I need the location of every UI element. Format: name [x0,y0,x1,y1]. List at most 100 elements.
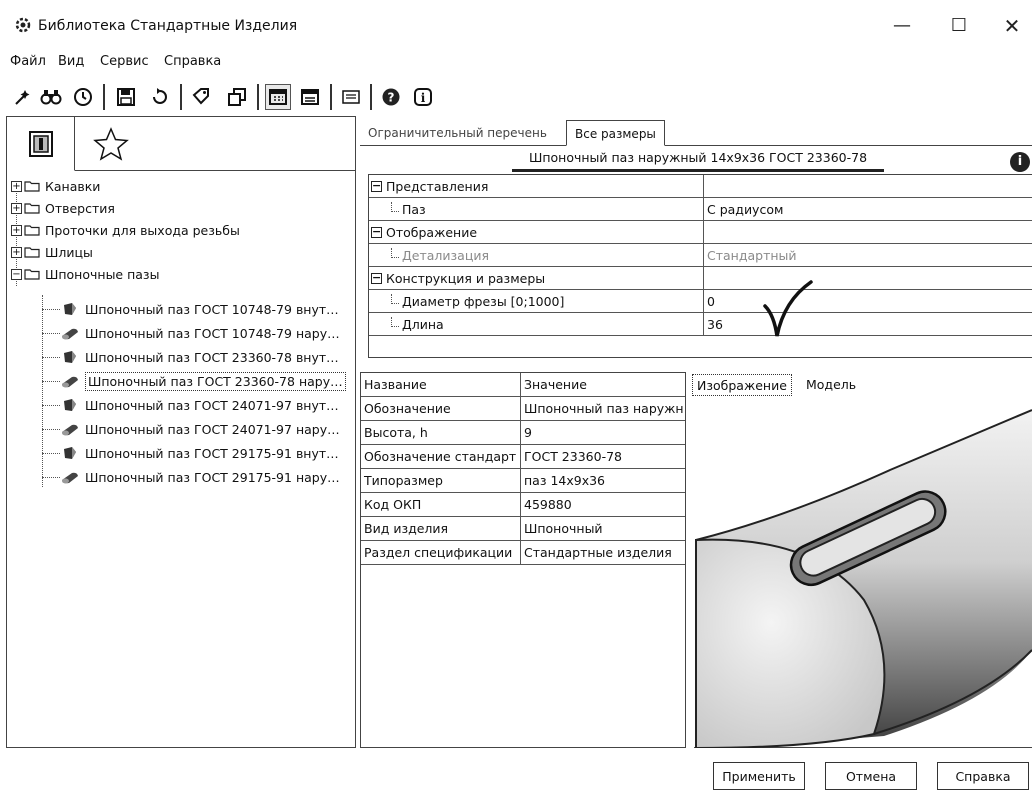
table-header: Название Значение [361,373,685,397]
folder-icon [24,247,40,258]
param-value: ГОСТ 23360-78 [521,445,685,469]
param-value: 459880 [521,493,685,517]
param-name: Обозначение стандарт [361,445,521,469]
tree-item[interactable]: Шпоночный паз ГОСТ 23360-78 нару… [61,370,346,392]
folder-icon [24,225,40,236]
tab-restrictive-list[interactable]: Ограничительный перечень [360,120,555,146]
svg-text:?: ? [388,91,395,105]
menu-file[interactable]: Файл [10,54,46,69]
toolbar-separator [257,84,259,110]
apply-button[interactable]: Применить [713,762,805,790]
catalog-tab[interactable] [7,117,75,171]
group-row[interactable]: − Конструкция и размеры [369,267,1032,290]
info-icon[interactable]: i [410,84,436,110]
param-value: Стандартные изделия [521,541,685,565]
tree-item[interactable]: Шпоночный паз ГОСТ 23360-78 внут… [61,346,339,368]
property-value[interactable]: 0 [703,290,1032,313]
tree-folder[interactable]: + Отверстия [11,197,115,219]
clock-icon[interactable] [70,84,96,110]
table-row: Высота, h9 [361,421,685,445]
expand-icon[interactable]: + [11,202,22,214]
property-row: Детализация Стандартный [369,244,1032,267]
tab-all-sizes[interactable]: Все размеры [566,120,665,146]
param-name: Код ОКП [361,493,521,517]
copy-icon[interactable] [224,84,250,110]
library-panel: + Канавки + Отверстия + Проточки для выхода р… [6,116,356,748]
folder-icon [24,269,40,280]
property-title: Шпоночный паз наружный 14х9х36 ГОСТ 2336… [512,150,884,172]
properties-area: Ограничительный перечень Все размеры Шпо… [360,116,1032,368]
outer-keyway-icon [62,424,78,436]
close-button[interactable]: ✕ [997,14,1027,38]
inner-keyway-icon [64,351,76,363]
tab-image[interactable]: Изображение [692,374,792,396]
tag-icon[interactable] [188,84,214,110]
table-row: Обозначение Шпоночный паз наружн [361,397,685,421]
group-row[interactable]: − Представления [369,175,1032,198]
tree-item[interactable]: Шпоночный паз ГОСТ 29175-91 нару… [61,466,340,488]
cancel-button[interactable]: Отмена [825,762,917,790]
property-grid: − Представления Паз С радиусом − Отображен… [368,174,1032,358]
param-name: Обозначение [361,397,521,421]
menu-help[interactable]: Справка [164,54,221,69]
maximize-button[interactable]: ☐ [944,14,974,38]
wizard-icon[interactable] [10,84,36,110]
list-view-icon[interactable] [297,84,323,110]
expand-icon[interactable]: + [11,180,22,192]
tab-model[interactable]: Модель [802,374,860,396]
collapse-icon[interactable]: − [11,268,22,280]
property-value[interactable]: С радиусом [703,198,1032,221]
help-button[interactable]: Справка [937,762,1029,790]
tree-item[interactable]: Шпоночный паз ГОСТ 24071-97 внут… [61,394,339,416]
help-icon[interactable]: ? [378,84,404,110]
table-row: Обозначение стандарт ГОСТ 23360-78 [361,445,685,469]
detail-view-icon[interactable] [338,84,364,110]
expand-icon[interactable]: + [11,246,22,258]
tree-folder[interactable]: + Канавки [11,175,100,197]
property-row[interactable]: Длина 36 [369,313,1032,336]
tree-folder[interactable]: + Шлицы [11,241,93,263]
folder-icon [24,181,40,192]
param-name: Вид изделия [361,517,521,541]
menu-service[interactable]: Сервис [100,54,149,69]
outer-keyway-icon [62,376,78,388]
shaft-keyway-image [695,409,1032,750]
param-value: Шпоночный [521,517,685,541]
collapse-icon[interactable]: − [371,272,382,284]
minimize-button[interactable]: — [887,14,917,38]
info-circle-icon[interactable]: i [1010,152,1030,172]
param-name: Высота, h [361,421,521,445]
tree-item[interactable]: Шпоночный паз ГОСТ 29175-91 внут… [61,442,339,464]
property-row[interactable]: Паз С радиусом [369,198,1032,221]
save-icon[interactable] [113,84,139,110]
binoculars-icon[interactable] [38,84,64,110]
collapse-icon[interactable]: − [371,226,382,238]
refresh-icon[interactable] [147,84,173,110]
parameters-table: Название Значение Обозначение Шпоночный п… [360,372,686,748]
table-row: Вид изделия Шпоночный [361,517,685,541]
tree-item[interactable]: Шпоночный паз ГОСТ 10748-79 внут… [61,298,339,320]
favorites-star-icon [93,127,129,161]
menu-view[interactable]: Вид [58,54,84,69]
property-value: Стандартный [703,244,1032,267]
toolbar-separator [103,84,105,110]
table-row: Типоразмер паз 14х9х36 [361,469,685,493]
window-title: Библиотека Стандартные Изделия [38,18,298,34]
preview-panel: Изображение Модель [688,372,1032,750]
toolbar-separator [330,84,332,110]
favorites-tab[interactable] [77,117,145,171]
tree-item[interactable]: Шпоночный паз ГОСТ 24071-97 нару… [61,418,340,440]
tree-folder[interactable]: + Проточки для выхода резьбы [11,219,240,241]
property-row[interactable]: Диаметр фрезы [0;1000] 0 [369,290,1032,313]
table-view-icon[interactable] [265,84,291,110]
tree-folder[interactable]: − Шпоночные пазы [11,263,159,285]
collapse-icon[interactable]: − [371,180,382,192]
param-value: 9 [521,421,685,445]
tree-item[interactable]: Шпоночный паз ГОСТ 10748-79 нару… [61,322,340,344]
inner-keyway-icon [64,447,76,459]
toolbar: ? i [0,78,1032,114]
group-row[interactable]: − Отображение [369,221,1032,244]
folder-icon [24,203,40,214]
expand-icon[interactable]: + [11,224,22,236]
property-value[interactable]: 36 [703,313,1032,336]
